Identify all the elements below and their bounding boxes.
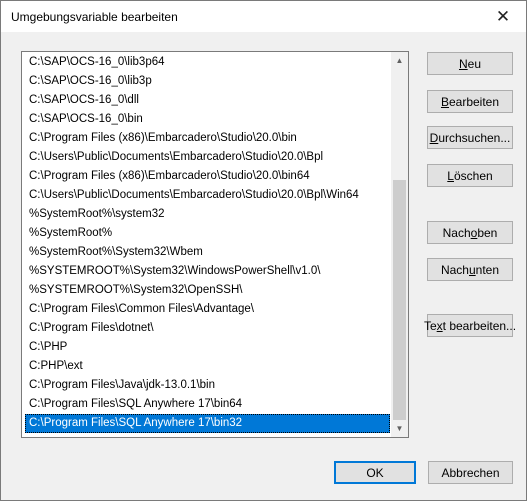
list-item[interactable]: C:\SAP\OCS-16_0\dll [25, 91, 390, 110]
cancel-button[interactable]: Abbrechen [428, 461, 513, 484]
new-button-label-post: eu [467, 56, 482, 71]
move-down-button[interactable]: Nach u nten [427, 258, 513, 281]
move-up-button-label-post: ben [477, 225, 498, 240]
list-item[interactable]: %SYSTEMROOT%\System32\OpenSSH\ [25, 281, 390, 300]
move-down-button-label-post: nten [475, 262, 500, 277]
new-button[interactable]: Neu [427, 52, 513, 75]
new-button-mnemonic: N [458, 56, 468, 71]
scroll-up-icon[interactable]: ▲ [391, 52, 408, 69]
delete-button-label-post: öschen [453, 168, 493, 183]
delete-button-mnemonic: L [447, 168, 454, 183]
edit-env-variable-dialog: Umgebungsvariable bearbeiten ✕ C:\SAP\OC… [0, 0, 527, 501]
scroll-down-icon[interactable]: ▼ [391, 420, 408, 437]
edit-text-button-label-post: t bearbeiten... [442, 318, 517, 333]
edit-text-button-label-pre: Te [423, 318, 437, 333]
move-up-button[interactable]: Nach o ben [427, 221, 513, 244]
dialog-title: Umgebungsvariable bearbeiten [11, 10, 178, 24]
browse-button[interactable]: Durchsuchen... [427, 126, 513, 149]
list-item[interactable]: C:\Users\Public\Documents\Embarcadero\St… [25, 148, 390, 167]
vertical-scrollbar[interactable]: ▲ ▼ [391, 52, 408, 437]
scrollbar-thumb[interactable] [393, 180, 406, 420]
list-item[interactable]: C:\SAP\OCS-16_0\lib3p64 [25, 53, 390, 72]
edit-button[interactable]: Bearbeiten [427, 90, 513, 113]
move-up-button-mnemonic: o [470, 225, 478, 240]
path-list[interactable]: C:\SAP\OCS-16_0\lib3p64 C:\SAP\OCS-16_0\l… [21, 51, 409, 438]
list-item[interactable]: C:\Program Files\SQL Anywhere 17\bin32 [25, 414, 390, 433]
list-item[interactable]: C:\Program Files\SQL Anywhere 17\bin64 [25, 395, 390, 414]
ok-button[interactable]: OK [334, 461, 416, 484]
list-item[interactable]: C:\SAP\OCS-16_0\bin [25, 110, 390, 129]
list-item[interactable]: C:PHP\ext [25, 357, 390, 376]
list-item[interactable]: C:\Users\Public\Documents\Embarcadero\St… [25, 186, 390, 205]
list-item[interactable]: %SystemRoot% [25, 224, 390, 243]
title-bar: Umgebungsvariable bearbeiten ✕ [1, 1, 526, 32]
list-item[interactable]: C:\Program Files\Java\jdk-13.0.1\bin [25, 376, 390, 395]
list-item[interactable]: C:\Program Files (x86)\Embarcadero\Studi… [25, 129, 390, 148]
list-item[interactable]: C:\Program Files\dotnet\ [25, 319, 390, 338]
list-item[interactable]: C:\PHP [25, 338, 390, 357]
list-item[interactable]: C:\SAP\OCS-16_0\lib3p [25, 72, 390, 91]
browse-button-mnemonic: D [429, 130, 439, 145]
move-down-button-mnemonic: u [468, 262, 476, 277]
list-item[interactable]: %SYSTEMROOT%\System32\WindowsPowerShell\… [25, 262, 390, 281]
edit-button-label-post: earbeiten [448, 94, 500, 109]
list-item[interactable]: C:\Program Files (x86)\Embarcadero\Studi… [25, 167, 390, 186]
move-up-button-label-pre: Nach [442, 225, 471, 240]
close-icon[interactable]: ✕ [480, 1, 526, 32]
browse-button-label-post: urchsuchen... [438, 130, 511, 145]
edit-text-button[interactable]: Te x t bearbeiten... [423, 314, 517, 337]
list-item[interactable]: %SystemRoot%\System32\Wbem [25, 243, 390, 262]
edit-button-mnemonic: B [440, 94, 449, 109]
list-item[interactable]: %SystemRoot%\system32 [25, 205, 390, 224]
move-down-button-label-pre: Nach [440, 262, 469, 277]
list-item[interactable]: C:\Program Files\Common Files\Advantage\ [25, 300, 390, 319]
delete-button[interactable]: Löschen [427, 164, 513, 187]
